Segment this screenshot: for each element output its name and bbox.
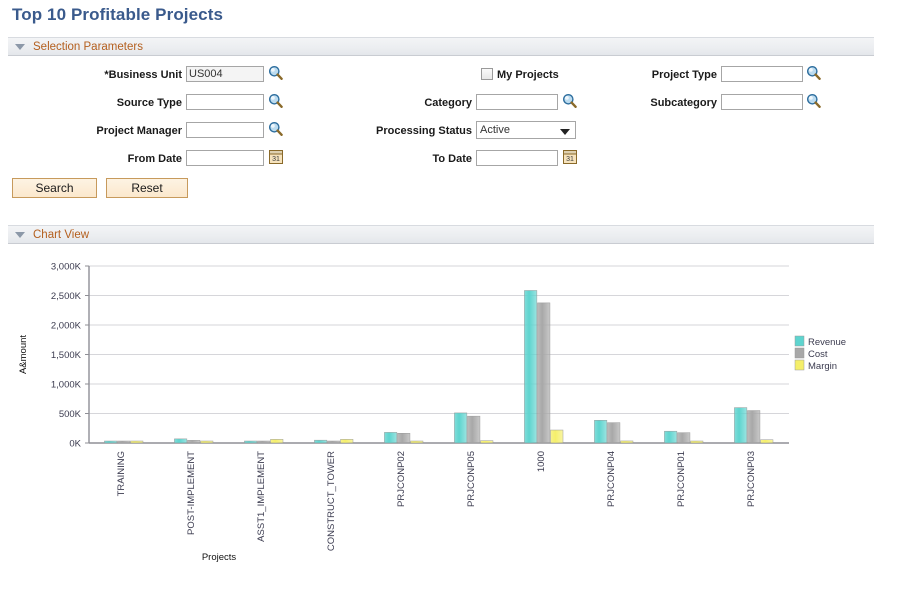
chart-view-title: Chart View	[33, 229, 89, 241]
bar-revenue-6[interactable]	[524, 290, 536, 443]
bar-revenue-5[interactable]	[454, 413, 466, 443]
bar-revenue-4[interactable]	[384, 432, 396, 443]
project-manager-lookup-icon[interactable]	[268, 121, 283, 136]
my-projects-checkbox[interactable]	[481, 68, 493, 80]
category-lookup-icon[interactable]	[562, 93, 577, 108]
subcategory-lookup-icon[interactable]	[806, 93, 821, 108]
x-axis-category-label: TRAINING	[116, 451, 127, 496]
bar-margin-2[interactable]	[271, 439, 283, 443]
x-axis-category-label: ASST1_IMPLEMENT	[256, 451, 267, 542]
bar-margin-8[interactable]	[691, 441, 703, 443]
x-axis-category-label: 1000	[536, 451, 547, 472]
bar-cost-7[interactable]	[607, 423, 619, 443]
from-date-label: From Date	[30, 151, 182, 167]
bar-margin-4[interactable]	[411, 441, 423, 443]
search-button[interactable]: Search	[12, 178, 97, 198]
bar-cost-5[interactable]	[467, 416, 479, 443]
x-axis-category-label: PRJCONP03	[746, 451, 757, 507]
to-date-calendar-icon[interactable]: 31	[563, 150, 577, 164]
bar-cost-9[interactable]	[747, 411, 759, 443]
bar-margin-0[interactable]	[131, 441, 143, 443]
y-axis-tick-label: 500K	[59, 409, 82, 420]
project-type-label: Project Type	[580, 67, 717, 83]
project-type-input[interactable]	[721, 66, 803, 82]
legend-label-cost: Cost	[808, 349, 828, 360]
processing-status-select[interactable]: Active	[476, 121, 576, 139]
bar-cost-4[interactable]	[397, 433, 409, 443]
bar-revenue-0[interactable]	[104, 441, 116, 443]
bar-revenue-7[interactable]	[594, 420, 606, 443]
bar-revenue-9[interactable]	[734, 408, 746, 443]
project-type-lookup-icon[interactable]	[806, 65, 821, 80]
bar-revenue-3[interactable]	[314, 440, 326, 443]
x-axis-category-label: PRJCONP04	[606, 451, 617, 507]
subcategory-label: Subcategory	[580, 95, 717, 111]
selection-parameters-title: Selection Parameters	[33, 41, 143, 53]
business-unit-lookup-icon[interactable]	[268, 65, 283, 80]
from-date-calendar-icon[interactable]: 31	[269, 150, 283, 164]
bar-margin-5[interactable]	[481, 441, 493, 443]
y-axis-tick-label: 1,500K	[51, 350, 82, 361]
business-unit-input[interactable]	[186, 66, 264, 82]
bar-margin-7[interactable]	[621, 441, 633, 443]
x-axis-category-label: PRJCONP01	[676, 451, 687, 507]
from-date-input[interactable]	[186, 150, 264, 166]
x-axis-category-label: CONSTRUCT_TOWER	[326, 451, 337, 551]
bar-margin-6[interactable]	[551, 430, 563, 443]
project-manager-input[interactable]	[186, 122, 264, 138]
y-axis-tick-label: 2,500K	[51, 291, 82, 302]
bar-cost-6[interactable]	[537, 303, 549, 443]
bar-revenue-8[interactable]	[664, 431, 676, 443]
to-date-input[interactable]	[476, 150, 558, 166]
source-type-lookup-icon[interactable]	[268, 93, 283, 108]
processing-status-value: Active	[480, 124, 510, 136]
chart-view-header[interactable]: Chart View	[8, 225, 874, 244]
legend-swatch-cost[interactable]	[795, 348, 804, 358]
collapse-triangle-icon-chart[interactable]	[15, 232, 25, 238]
legend-label-margin: Margin	[808, 361, 837, 372]
bar-cost-0[interactable]	[117, 441, 129, 443]
bar-cost-1[interactable]	[187, 440, 199, 443]
business-unit-label: *Business Unit	[30, 67, 182, 83]
x-axis-title: Projects	[202, 552, 237, 563]
bar-cost-2[interactable]	[257, 441, 269, 443]
bar-revenue-2[interactable]	[244, 441, 256, 443]
svg-text:31: 31	[566, 156, 574, 163]
selection-parameters-header[interactable]: Selection Parameters	[8, 37, 874, 56]
y-axis-title: A&mount	[18, 335, 29, 374]
bar-cost-8[interactable]	[677, 433, 689, 443]
legend-swatch-margin[interactable]	[795, 360, 804, 370]
bar-margin-1[interactable]	[201, 441, 213, 443]
profitable-projects-bar-chart[interactable]: 0K 500K 1,000K 1,500K 2,000K 2,500K 3,000K TRAI…	[0, 246, 901, 593]
y-axis-tick-label: 1,000K	[51, 380, 82, 391]
to-date-label: To Date	[330, 151, 472, 167]
bar-margin-9[interactable]	[761, 440, 773, 443]
category-label: Category	[330, 95, 472, 111]
processing-status-label: Processing Status	[330, 123, 472, 139]
y-axis-tick-label: 0K	[69, 439, 81, 450]
chart-view-panel: 0K 500K 1,000K 1,500K 2,000K 2,500K 3,000K TRAI…	[0, 246, 901, 593]
y-axis-tick-label: 2,000K	[51, 321, 82, 332]
collapse-triangle-icon[interactable]	[15, 44, 25, 50]
legend-swatch-revenue[interactable]	[795, 336, 804, 346]
chevron-down-icon[interactable]	[560, 129, 570, 135]
bar-margin-3[interactable]	[341, 439, 353, 443]
legend-label-revenue: Revenue	[808, 337, 846, 348]
subcategory-input[interactable]	[721, 94, 803, 110]
project-manager-label: Project Manager	[30, 123, 182, 139]
bar-revenue-1[interactable]	[174, 439, 186, 443]
page-title: Top 10 Profitable Projects	[12, 5, 223, 25]
source-type-label: Source Type	[30, 95, 182, 111]
reset-button[interactable]: Reset	[106, 178, 188, 198]
bar-cost-3[interactable]	[327, 441, 339, 443]
y-axis-tick-label: 3,000K	[51, 262, 82, 273]
x-axis-category-label: PRJCONP05	[466, 451, 477, 507]
svg-text:31: 31	[272, 156, 280, 163]
x-axis-category-label: POST-IMPLEMENT	[186, 451, 197, 535]
category-input[interactable]	[476, 94, 558, 110]
top-10-profitable-projects-page: Top 10 Profitable Projects Selection Par…	[0, 0, 901, 593]
x-axis-category-label: PRJCONP02	[396, 451, 407, 507]
source-type-input[interactable]	[186, 94, 264, 110]
